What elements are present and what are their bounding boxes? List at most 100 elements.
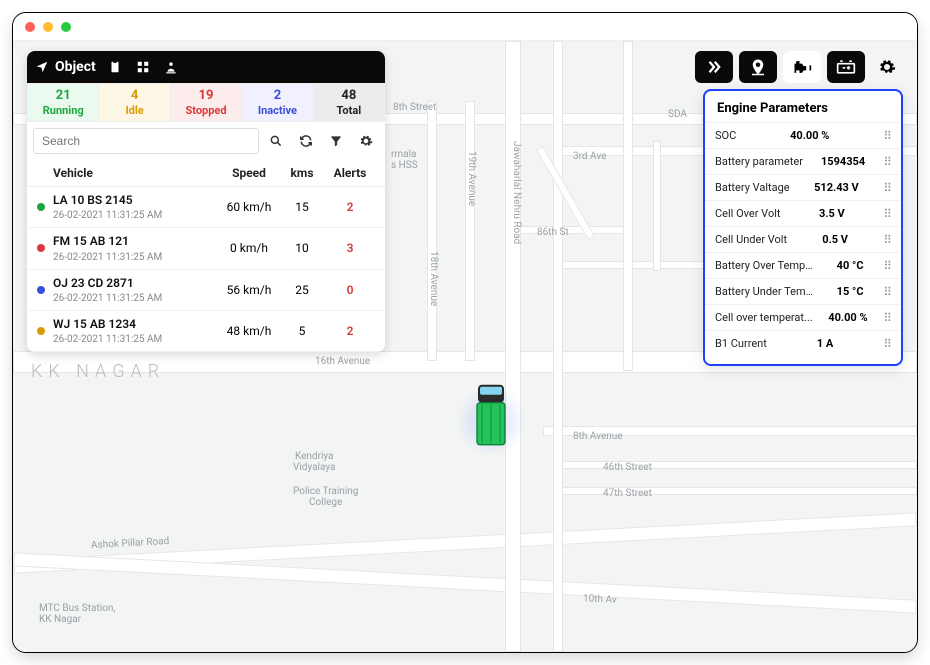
- gear-icon: [878, 58, 896, 76]
- col-speed: Speed: [219, 166, 279, 180]
- table-row[interactable]: FM 15 AB 12126-02-2021 11:31:25 AM 0 km/…: [27, 228, 385, 269]
- map-poi: Kendriya Vidyalaya: [293, 451, 335, 473]
- road: [653, 141, 661, 271]
- drag-handle-icon[interactable]: ⠿: [883, 289, 891, 295]
- search-input[interactable]: [33, 128, 259, 154]
- drag-handle-icon[interactable]: ⠿: [883, 133, 891, 139]
- road-label: 8th Avenue: [573, 431, 623, 442]
- table-row[interactable]: OJ 23 CD 287126-02-2021 11:31:25 AM 56 k…: [27, 270, 385, 311]
- gear-icon: [359, 134, 373, 148]
- battery-icon: [836, 59, 856, 75]
- road-label: Ashok Pillar Road: [91, 536, 170, 551]
- road-label: 18th Avenue: [428, 251, 439, 306]
- param-value: 512.43 V: [814, 181, 859, 194]
- param-value: 1594354: [821, 155, 865, 168]
- drag-handle-icon[interactable]: ⠿: [883, 211, 891, 217]
- kms-cell: 25: [279, 283, 325, 297]
- road-label: 47th Street: [603, 488, 652, 499]
- refresh-icon: [299, 134, 313, 148]
- engine-button[interactable]: [783, 51, 821, 83]
- clipboard-icon[interactable]: [106, 60, 124, 74]
- battery-button[interactable]: [827, 51, 865, 83]
- alerts-cell: 0: [325, 283, 375, 297]
- drag-handle-icon[interactable]: ⠿: [883, 237, 891, 243]
- expand-button[interactable]: [695, 51, 733, 83]
- engine-param-row: Battery Over Temper... 40 °C ⠿: [705, 252, 901, 278]
- drag-handle-icon[interactable]: ⠿: [883, 159, 891, 165]
- param-value: 40 °C: [837, 259, 864, 272]
- filter-button[interactable]: [323, 128, 349, 154]
- engine-param-row: Battery Valtage 512.43 V ⠿: [705, 174, 901, 200]
- param-label: Cell Under Volt: [715, 233, 787, 246]
- grid-icon[interactable]: [134, 60, 152, 74]
- panel-settings-button[interactable]: [353, 128, 379, 154]
- map-poi: SDA: [668, 109, 687, 120]
- vehicle-marker[interactable]: [456, 386, 526, 456]
- road-label: 19th Avenue: [466, 151, 477, 206]
- vehicle-table-body: LA 10 BS 214526-02-2021 11:31:25 AM 60 k…: [27, 187, 385, 353]
- alerts-cell: 3: [325, 241, 375, 255]
- road: [513, 226, 633, 234]
- vehicle-cell: FM 15 AB 12126-02-2021 11:31:25 AM: [53, 234, 219, 262]
- vehicle-table-head: Vehicle Speed kms Alerts: [27, 160, 385, 187]
- status-stopped[interactable]: 19Stopped: [171, 83, 242, 122]
- road-label: 10th Av: [583, 593, 617, 606]
- search-icon: [269, 134, 283, 148]
- status-idle[interactable]: 4Idle: [99, 83, 170, 122]
- kms-cell: 10: [279, 241, 325, 255]
- refresh-button[interactable]: [293, 128, 319, 154]
- engine-panel-title: Engine Parameters: [705, 99, 901, 122]
- engine-param-row: SOC 40.00 % ⠿: [705, 122, 901, 148]
- param-label: SOC: [715, 129, 736, 142]
- alerts-cell: 2: [325, 324, 375, 338]
- object-panel: Object 21Running 4Idle 19Stopped 2Inacti…: [27, 51, 385, 352]
- settings-button[interactable]: [871, 51, 903, 83]
- drag-handle-icon[interactable]: ⠿: [883, 263, 891, 269]
- search-row: [27, 122, 385, 160]
- drag-handle-icon[interactable]: ⠿: [883, 185, 891, 191]
- param-label: Battery parameter: [715, 155, 803, 168]
- col-vehicle: Vehicle: [53, 166, 219, 180]
- engine-parameters-panel: Engine Parameters SOC 40.00 % ⠿ Battery p…: [703, 89, 903, 366]
- status-total[interactable]: 48Total: [314, 83, 385, 122]
- top-toolbar: [695, 51, 903, 83]
- kms-cell: 15: [279, 200, 325, 214]
- map-poi: MTC Bus Station, KK Nagar: [39, 603, 115, 625]
- engine-param-row: Cell over temperat... 40.00 % ⠿: [705, 304, 901, 330]
- window-maximize-dot[interactable]: [61, 22, 71, 32]
- param-value: 0.5 V: [822, 233, 848, 246]
- app-window: KK NAGAR 8th Street 16th Avenue Ashok Pi…: [12, 12, 918, 653]
- speed-cell: 0 km/h: [219, 241, 279, 255]
- window-titlebar: [13, 13, 917, 41]
- road-label: Jawaharlal Nehru Road: [511, 141, 522, 244]
- object-panel-header: Object: [27, 51, 385, 83]
- road: [623, 41, 633, 371]
- status-inactive[interactable]: 2Inactive: [242, 83, 313, 122]
- table-row[interactable]: WJ 15 AB 123426-02-2021 11:31:25 AM 48 k…: [27, 311, 385, 352]
- table-row[interactable]: LA 10 BS 214526-02-2021 11:31:25 AM 60 k…: [27, 187, 385, 228]
- param-value: 1 A: [817, 337, 833, 350]
- status-summary: 21Running 4Idle 19Stopped 2Inactive 48To…: [27, 83, 385, 122]
- param-value: 15 °C: [837, 285, 864, 298]
- drag-handle-icon[interactable]: ⠿: [883, 315, 891, 321]
- search-button[interactable]: [263, 128, 289, 154]
- window-close-dot[interactable]: [25, 22, 35, 32]
- param-value: 40.00 %: [828, 311, 867, 324]
- road-label: 46th Street: [603, 462, 652, 473]
- engine-param-row: Cell Over Volt 3.5 V ⠿: [705, 200, 901, 226]
- col-alerts: Alerts: [325, 166, 375, 180]
- status-running[interactable]: 21Running: [27, 83, 99, 122]
- engine-param-row: B1 Current 1 A ⠿: [705, 330, 901, 356]
- truck-icon: [474, 383, 508, 449]
- param-label: B1 Current: [715, 337, 767, 350]
- filter-icon: [329, 134, 343, 148]
- person-pin-icon[interactable]: [162, 60, 180, 74]
- road-label: 8th Street: [393, 102, 436, 113]
- speed-cell: 60 km/h: [219, 200, 279, 214]
- speed-cell: 56 km/h: [219, 283, 279, 297]
- alerts-cell: 2: [325, 200, 375, 214]
- drag-handle-icon[interactable]: ⠿: [883, 341, 891, 347]
- location-button[interactable]: [739, 51, 777, 83]
- window-minimize-dot[interactable]: [43, 22, 53, 32]
- road: [505, 41, 521, 652]
